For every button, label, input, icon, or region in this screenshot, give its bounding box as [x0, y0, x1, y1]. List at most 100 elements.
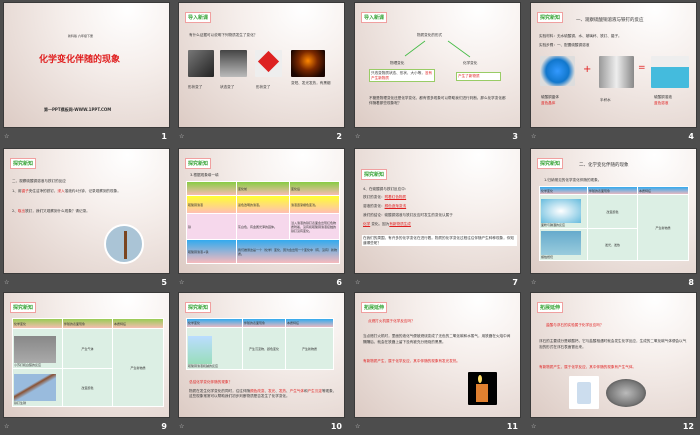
- transition-icon: ☆: [355, 423, 361, 430]
- transition-icon: ☆: [4, 133, 10, 140]
- table-cell: 小苏打和白醋的反应: [12, 328, 63, 369]
- transition-icon: ☆: [355, 133, 361, 140]
- table-row: 小苏打和白醋的反应 产生气体 产生新物质: [12, 328, 164, 407]
- slide-6[interactable]: 探究新知 3.根据现象填一填 变化前 变化后 硫酸铜溶液 蓝色透明的溶液。 溶液逐渐褪…: [178, 148, 345, 274]
- slide-number: 11: [506, 422, 518, 431]
- question: 总结化学变化伴随的现象？: [189, 380, 233, 384]
- slide-9[interactable]: 探究新知 化学变化 伴随的表面现象 本质特征 小苏打和白醋的反应 产生气体 产生新物质 …: [3, 292, 170, 418]
- transition-icon: ☆: [179, 423, 185, 430]
- phenomena-table: 化学变化 伴随的表面现象 本质特征 硫酸铜溶液和碱的反应 产生沉淀物，颜色变化 产生新物…: [186, 318, 334, 370]
- table-cell: 硫酸铜溶液: [186, 195, 237, 214]
- plus-sign: +: [583, 64, 592, 75]
- equals-sign: =: [638, 63, 646, 73]
- photo-pumice: [606, 379, 646, 407]
- transition-icon: ☆: [531, 133, 537, 140]
- slide-number: 3: [512, 132, 518, 141]
- section-tag: 导入新课: [185, 12, 212, 23]
- table-cell: 改变颜色: [587, 194, 638, 229]
- transition-icon: ☆: [4, 423, 10, 430]
- table-cell: 产生新物质: [285, 327, 334, 370]
- slide-5[interactable]: 探究新知 二、观察硫酸铜溶液与铁钉的反应 1、用镊子夹住洁净的铁钉，浸入溶液约4…: [3, 148, 170, 274]
- table-cell: 铁: [186, 213, 237, 240]
- table-row: 铁灰白色，有金属光泽的固体。 浸入溶液的铁钉表面会出现红色物质附着，没有和硫酸铜溶…: [186, 213, 340, 240]
- caption-4: 变短、发光发热，有黑烟: [291, 81, 331, 85]
- table-cell: 化学变化: [539, 186, 588, 195]
- photo-acid-bottle: [569, 376, 599, 409]
- chemical-change-label: 化学变化: [463, 61, 478, 65]
- slide-2[interactable]: 导入新课 有什么证据可以说明下列物质发生了变化？ 形状变了 状态变了 形状变了 …: [178, 2, 345, 128]
- caption-2: 状态变了: [220, 85, 235, 89]
- photo-blue-solution: [651, 56, 689, 88]
- table-row: 化学变化 伴随的表面现象 本质特征: [186, 318, 334, 328]
- slide-number: 1: [161, 132, 167, 141]
- caption-1: 硫酸铜晶体: [541, 95, 559, 99]
- slide-thumbnail-6[interactable]: 探究新知 3.根据现象填一填 变化前 变化后 硫酸铜溶液 蓝色透明的溶液。 溶液逐渐褪…: [178, 148, 345, 291]
- caption-3: 形状变了: [256, 85, 271, 89]
- table-cell: 本质特征: [637, 186, 689, 195]
- question: 有什么证据可以说明下列物质发生了变化？: [189, 33, 258, 37]
- phenomena-table: 化学变化 伴随的表面现象 本质特征 面粉与碘酒的反应 改变颜色 产生新物质 蜡烛燃烧 发光…: [539, 186, 689, 261]
- title: 化学变化伴随的现象: [39, 55, 121, 65]
- section-tag: 探究新知: [10, 158, 37, 169]
- slide-thumbnail-7[interactable]: 探究新知 4、在硫酸铜与铁钉反应中： 铁钉的变化：附着红色物质 溶液的变化：颜色…: [354, 148, 521, 291]
- table-cell: 溶液逐渐褪色变浅。: [289, 195, 340, 214]
- table-row: 硫酸铜溶液+铁 我们推测这是一个（化学）变化，因为会出现一个变化中（有、没有）新物…: [186, 239, 340, 264]
- slide-11[interactable]: 拓展延伸 点燃打火机属于化学反应吗？ 当点燃打火机时，里面的液化气便被燃烧变成了…: [354, 292, 521, 418]
- slide-number: 5: [161, 278, 167, 287]
- table-row: 化学变化 伴随的表面现象 本质特征: [539, 186, 689, 195]
- summary: 物质在发生化学变化的同时，往往伴随颜色改变、发光、发热、产生气体和产生沉淀等现象…: [189, 389, 337, 398]
- slide-number: 2: [336, 132, 342, 141]
- arrows: [404, 40, 471, 58]
- table-row: 面粉与碘酒的反应 改变颜色 产生新物质: [539, 194, 689, 261]
- slide-thumbnail-1[interactable]: 新科版 六年级下册 化学变化伴随的现象 第一PPT模板网-WWW.1PPT.CO…: [3, 2, 170, 145]
- table-row: 硫酸铜溶液和碱的反应 产生沉淀物，颜色变化 产生新物质: [186, 327, 334, 370]
- slide-4[interactable]: 探究新知 一、观察硫酸铜溶液与铁钉的反应 实验材料：无水硫酸铜、水、玻璃杯、铁钉…: [530, 2, 697, 128]
- body-text: 浮石的主要成分是碳酸钙，它与盐酸相遇时就会发生化学反应，生成的二氧化碳气体便会以…: [539, 339, 687, 350]
- slide-thumbnail-4[interactable]: 探究新知 一、观察硫酸铜溶液与铁钉的反应 实验材料：无水硫酸铜、水、玻璃杯、铁钉…: [530, 2, 697, 145]
- solution-change: 溶液的变化：颜色逐渐变浅: [363, 204, 407, 208]
- table-cell: 蜡烛燃烧: [539, 228, 588, 261]
- table-cell: 伴随的表面现象: [62, 318, 113, 329]
- slide-8[interactable]: 探究新知 二、化学变化伴随的现象 1.归纳常见的化学变化伴随的现象。 化学变化伴…: [530, 148, 697, 274]
- slide-thumbnail-12[interactable]: 拓展延伸 盐酸与浮石的实验属于化学反应吗？ 浮石的主要成分是碳酸钙，它与盐酸相遇…: [530, 292, 697, 435]
- table-cell: 硫酸铜溶液和碱的反应: [186, 327, 243, 370]
- section-tag: 探究新知: [185, 158, 212, 169]
- caption-3-red: 蓝色溶液: [654, 101, 669, 105]
- caption-3: 硫酸铜溶液: [654, 95, 672, 99]
- slide-12[interactable]: 拓展延伸 盐酸与浮石的实验属于化学反应吗？ 浮石的主要成分是碳酸钙，它与盐酸相遇…: [530, 292, 697, 418]
- slide-7[interactable]: 探究新知 4、在硫酸铜与铁钉反应中： 铁钉的变化：附着红色物质 溶液的变化：颜色…: [354, 148, 521, 274]
- question: 点燃打火机属于化学反应吗？: [368, 319, 415, 323]
- table-cell: 面粉与碘酒的反应: [539, 194, 588, 229]
- observation-table: 变化前 变化后 硫酸铜溶液 蓝色透明的溶液。 溶液逐渐褪色变浅。 铁灰白色，有金属光泽…: [186, 181, 340, 264]
- section-tag: 探究新知: [10, 302, 37, 313]
- slide-3[interactable]: 导入新课 物质变化的形式 物理变化 化学变化 只改变物质状态、形状、大小等，没有…: [354, 2, 521, 128]
- nail-change: 铁钉的变化：附着红色物质: [363, 195, 407, 199]
- slide-number: 12: [682, 422, 694, 431]
- table-cell: 硫酸铜溶液+铁: [186, 239, 237, 264]
- slide-thumbnail-3[interactable]: 导入新课 物质变化的形式 物理变化 化学变化 只改变物质状态、形状、大小等，没有…: [354, 2, 521, 145]
- photo-paper: [255, 50, 282, 77]
- slide-thumbnail-2[interactable]: 导入新课 有什么证据可以说明下列物质发生了变化？ 形状变了 状态变了 形状变了 …: [178, 2, 345, 145]
- sub-heading: 1.归纳常见的化学变化伴随的现象。: [544, 178, 602, 182]
- section-tag: 探究新知: [361, 169, 388, 180]
- line-2: 1、用镊子夹住洁净的铁钉，浸入溶液约4分钟，记录观察到的现象。: [12, 189, 121, 193]
- question: 盐酸与浮石的实验属于化学反应吗？: [546, 323, 604, 327]
- slide-1[interactable]: 新科版 六年级下册 化学变化伴随的现象 第一PPT模板网-WWW.1PPT.CO…: [3, 2, 170, 128]
- caption-1: 形状变了: [188, 85, 203, 89]
- physical-change-box: 只改变物质状态、形状、大小等，没有产生新物质: [369, 69, 435, 83]
- table-cell: 产生沉淀物，颜色变化: [242, 327, 286, 370]
- slide-thumbnail-10[interactable]: 探究新知 化学变化 伴随的表面现象 本质特征 硫酸铜溶液和碱的反应 产生沉淀物，颜色变…: [178, 292, 345, 435]
- heading: 一、观察硫酸铜溶液与铁钉的反应: [576, 18, 644, 23]
- table-cell: 产生新物质: [112, 328, 164, 407]
- transition-icon: ☆: [179, 279, 185, 286]
- conclusion: 我们的结论：硫酸铜溶液与铁钉反应时发生的变化认属于: [363, 213, 453, 217]
- slide-thumbnail-5[interactable]: 探究新知 二、观察硫酸铜溶液与铁钉的反应 1、用镊子夹住洁净的铁钉，浸入溶液约4…: [3, 148, 170, 291]
- line-3: 2、取出铁钉，我们又观察到什么现象？请记录。: [12, 209, 90, 213]
- body-text: 当点燃打火机时，里面的液化气便被燃烧变成了无色的二氧化碳和水蒸气，用铁器在火焰中…: [363, 334, 511, 345]
- slide-thumbnail-8[interactable]: 探究新知 二、化学变化伴随的现象 1.归纳常见的化学变化伴随的现象。 化学变化伴…: [530, 148, 697, 291]
- slide-thumbnail-9[interactable]: 探究新知 化学变化 伴随的表面现象 本质特征 小苏打和白醋的反应 产生气体 产生新物质 …: [3, 292, 170, 435]
- slide-10[interactable]: 探究新知 化学变化 伴随的表面现象 本质特征 硫酸铜溶液和碱的反应 产生沉淀物，颜色变…: [178, 292, 345, 418]
- answer: 有新物质产生，属于化学反应，其中伴随的现象有产生气体。: [539, 365, 637, 369]
- table-cell: 蓝色透明的溶液。: [236, 195, 290, 214]
- slide-thumbnail-11[interactable]: 拓展延伸 点燃打火机属于化学反应吗？ 当点燃打火机时，里面的液化气便被燃烧变成了…: [354, 292, 521, 435]
